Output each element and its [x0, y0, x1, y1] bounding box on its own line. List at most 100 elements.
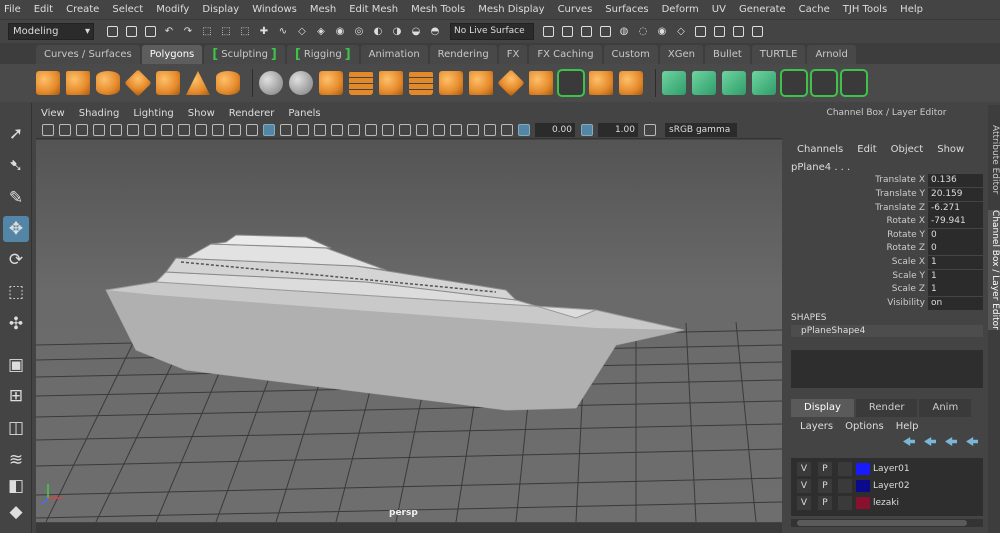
attr-row[interactable]: Rotate X -79.941 — [785, 215, 983, 228]
perspective-viewport[interactable]: persp — [36, 140, 782, 522]
cb-menu-channels[interactable]: Channels — [797, 144, 843, 155]
layer-playback-toggle[interactable]: P — [818, 479, 832, 493]
snap-point-icon[interactable]: ◇ — [294, 23, 310, 39]
gate-mask-icon[interactable] — [195, 123, 207, 136]
shadows-icon[interactable] — [365, 123, 377, 136]
panel-menu-renderer[interactable]: Renderer — [229, 108, 275, 119]
history-icon[interactable]: ◐ — [370, 23, 386, 39]
menu-display[interactable]: Display — [202, 4, 239, 15]
menu-windows[interactable]: Windows — [252, 4, 297, 15]
camera-attributes-icon[interactable] — [59, 123, 71, 136]
cb-menu-object[interactable]: Object — [891, 144, 924, 155]
snap-curve-icon[interactable]: ∿ — [275, 23, 291, 39]
shelf-tab-sculpting[interactable]: Sculpting — [204, 45, 285, 64]
menu-uv[interactable]: UV — [712, 4, 726, 15]
offset-edge-loop-icon[interactable] — [619, 71, 643, 95]
attr-row[interactable]: Scale X1 — [785, 256, 983, 269]
separate-icon[interactable] — [289, 71, 313, 95]
view-transform-icon[interactable] — [644, 123, 656, 136]
toggle-panel-icon[interactable] — [692, 23, 708, 39]
unfold-icon[interactable] — [840, 69, 868, 97]
grid-toggle-icon[interactable] — [144, 123, 156, 136]
mode-dropdown[interactable]: Modeling ▾ — [8, 22, 94, 40]
layer-name[interactable]: Layer02 — [873, 478, 910, 494]
side-tab-channel-box[interactable]: Channel Box / Layer Editor — [988, 210, 1000, 330]
multi-cut-icon[interactable] — [529, 71, 553, 95]
attr-value[interactable]: 1 — [928, 256, 983, 269]
shelf-tab-xgen[interactable]: XGen — [659, 45, 703, 64]
shelf-tab-animation[interactable]: Animation — [360, 45, 428, 64]
menu-surfaces[interactable]: Surfaces — [605, 4, 648, 15]
attr-value[interactable]: 1 — [928, 283, 983, 296]
shelf-tab-custom[interactable]: Custom — [603, 45, 658, 64]
paint-select-tool-icon[interactable]: ✎ — [3, 185, 29, 211]
layer-display-type-toggle[interactable] — [838, 496, 852, 510]
textured-icon[interactable] — [331, 123, 343, 136]
layer-visibility-toggle[interactable]: V — [797, 479, 811, 493]
select-object-icon[interactable]: ⬚ — [218, 23, 234, 39]
shelf-tab-turtle[interactable]: TURTLE — [751, 45, 806, 64]
panel-menu-show[interactable]: Show — [188, 108, 215, 119]
open-scene-icon[interactable] — [123, 23, 139, 39]
rotate-tool-icon[interactable]: ⟳ — [3, 247, 29, 273]
output-ops-icon[interactable]: ◒ — [408, 23, 424, 39]
layer-name[interactable]: Layer01 — [873, 461, 910, 477]
light-editor-icon[interactable]: ◉ — [654, 23, 670, 39]
layer-playback-toggle[interactable]: P — [818, 496, 832, 510]
attr-value[interactable]: 0.136 — [928, 174, 983, 187]
select-component-icon[interactable]: ⬚ — [237, 23, 253, 39]
arnold-icon[interactable]: ◇ — [673, 23, 689, 39]
shelf-tab-rigging[interactable]: Rigging — [286, 45, 359, 64]
shape-node-name[interactable]: pPlaneShape4 — [791, 325, 983, 337]
layer-menu-layers[interactable]: Layers — [800, 421, 833, 432]
snap-grid-icon[interactable]: ✚ — [256, 23, 272, 39]
select-hierarchy-icon[interactable]: ⬚ — [199, 23, 215, 39]
attr-value[interactable]: 0 — [928, 229, 983, 242]
layer-color-swatch[interactable] — [856, 480, 870, 492]
attr-value[interactable]: 1 — [928, 270, 983, 283]
motion-blur-icon[interactable] — [399, 123, 411, 136]
exposure-icon[interactable] — [518, 123, 530, 136]
render-setup-icon[interactable]: ◌ — [635, 23, 651, 39]
menu-mesh-tools[interactable]: Mesh Tools — [411, 4, 465, 15]
toggle-outliner-icon[interactable] — [711, 23, 727, 39]
cylindrical-map-icon[interactable] — [692, 71, 716, 95]
attr-row[interactable]: Rotate Y0 — [785, 229, 983, 242]
shelf-tab-rendering[interactable]: Rendering — [429, 45, 497, 64]
cb-menu-show[interactable]: Show — [937, 144, 964, 155]
layer-row[interactable]: V P Layer01 — [791, 461, 983, 477]
attr-value[interactable]: 0 — [928, 242, 983, 255]
extrude-icon[interactable] — [379, 71, 403, 95]
xray-icon[interactable] — [467, 123, 479, 136]
checker-map-icon[interactable] — [810, 69, 838, 97]
layer-playback-toggle[interactable]: P — [818, 462, 832, 476]
bevel-icon[interactable] — [439, 71, 463, 95]
two-d-pan-zoom-icon[interactable] — [110, 123, 122, 136]
attr-row[interactable]: Translate Z -6.271 — [785, 202, 983, 215]
grease-pencil-icon[interactable] — [127, 123, 139, 136]
layer-menu-options[interactable]: Options — [845, 421, 884, 432]
menu-curves[interactable]: Curves — [558, 4, 593, 15]
anti-aliasing-icon[interactable] — [416, 123, 428, 136]
poly-torus-icon[interactable] — [156, 71, 180, 95]
toggle-attribute-icon[interactable] — [730, 23, 746, 39]
smooth-shade-icon[interactable] — [280, 123, 292, 136]
screen-space-ao-icon[interactable] — [382, 123, 394, 136]
attr-row[interactable]: Visibility on — [785, 297, 983, 310]
attr-row[interactable]: Scale Z1 — [785, 283, 983, 296]
shelf-tab-polygons[interactable]: Polygons — [141, 45, 203, 64]
shelf-tab-curves-surfaces[interactable]: Curves / Surfaces — [36, 45, 140, 64]
last-tool-icon[interactable]: ✣ — [3, 311, 29, 337]
snap-view-icon[interactable]: ◈ — [313, 23, 329, 39]
menu-mesh[interactable]: Mesh — [310, 4, 336, 15]
gamma-field[interactable]: 1.00 — [598, 122, 638, 137]
depth-of-field-icon[interactable] — [433, 123, 445, 136]
wireframe-icon[interactable] — [263, 123, 275, 136]
scrollbar-thumb[interactable] — [797, 520, 967, 526]
render-frame-icon[interactable] — [559, 23, 575, 39]
panel-menu-lighting[interactable]: Lighting — [133, 108, 173, 119]
spherical-map-icon[interactable] — [722, 71, 746, 95]
four-view-layout-icon[interactable]: ⊞ — [3, 383, 29, 409]
attr-value[interactable]: -79.941 — [928, 215, 983, 228]
scale-tool-icon[interactable]: ⬚ — [3, 279, 29, 305]
